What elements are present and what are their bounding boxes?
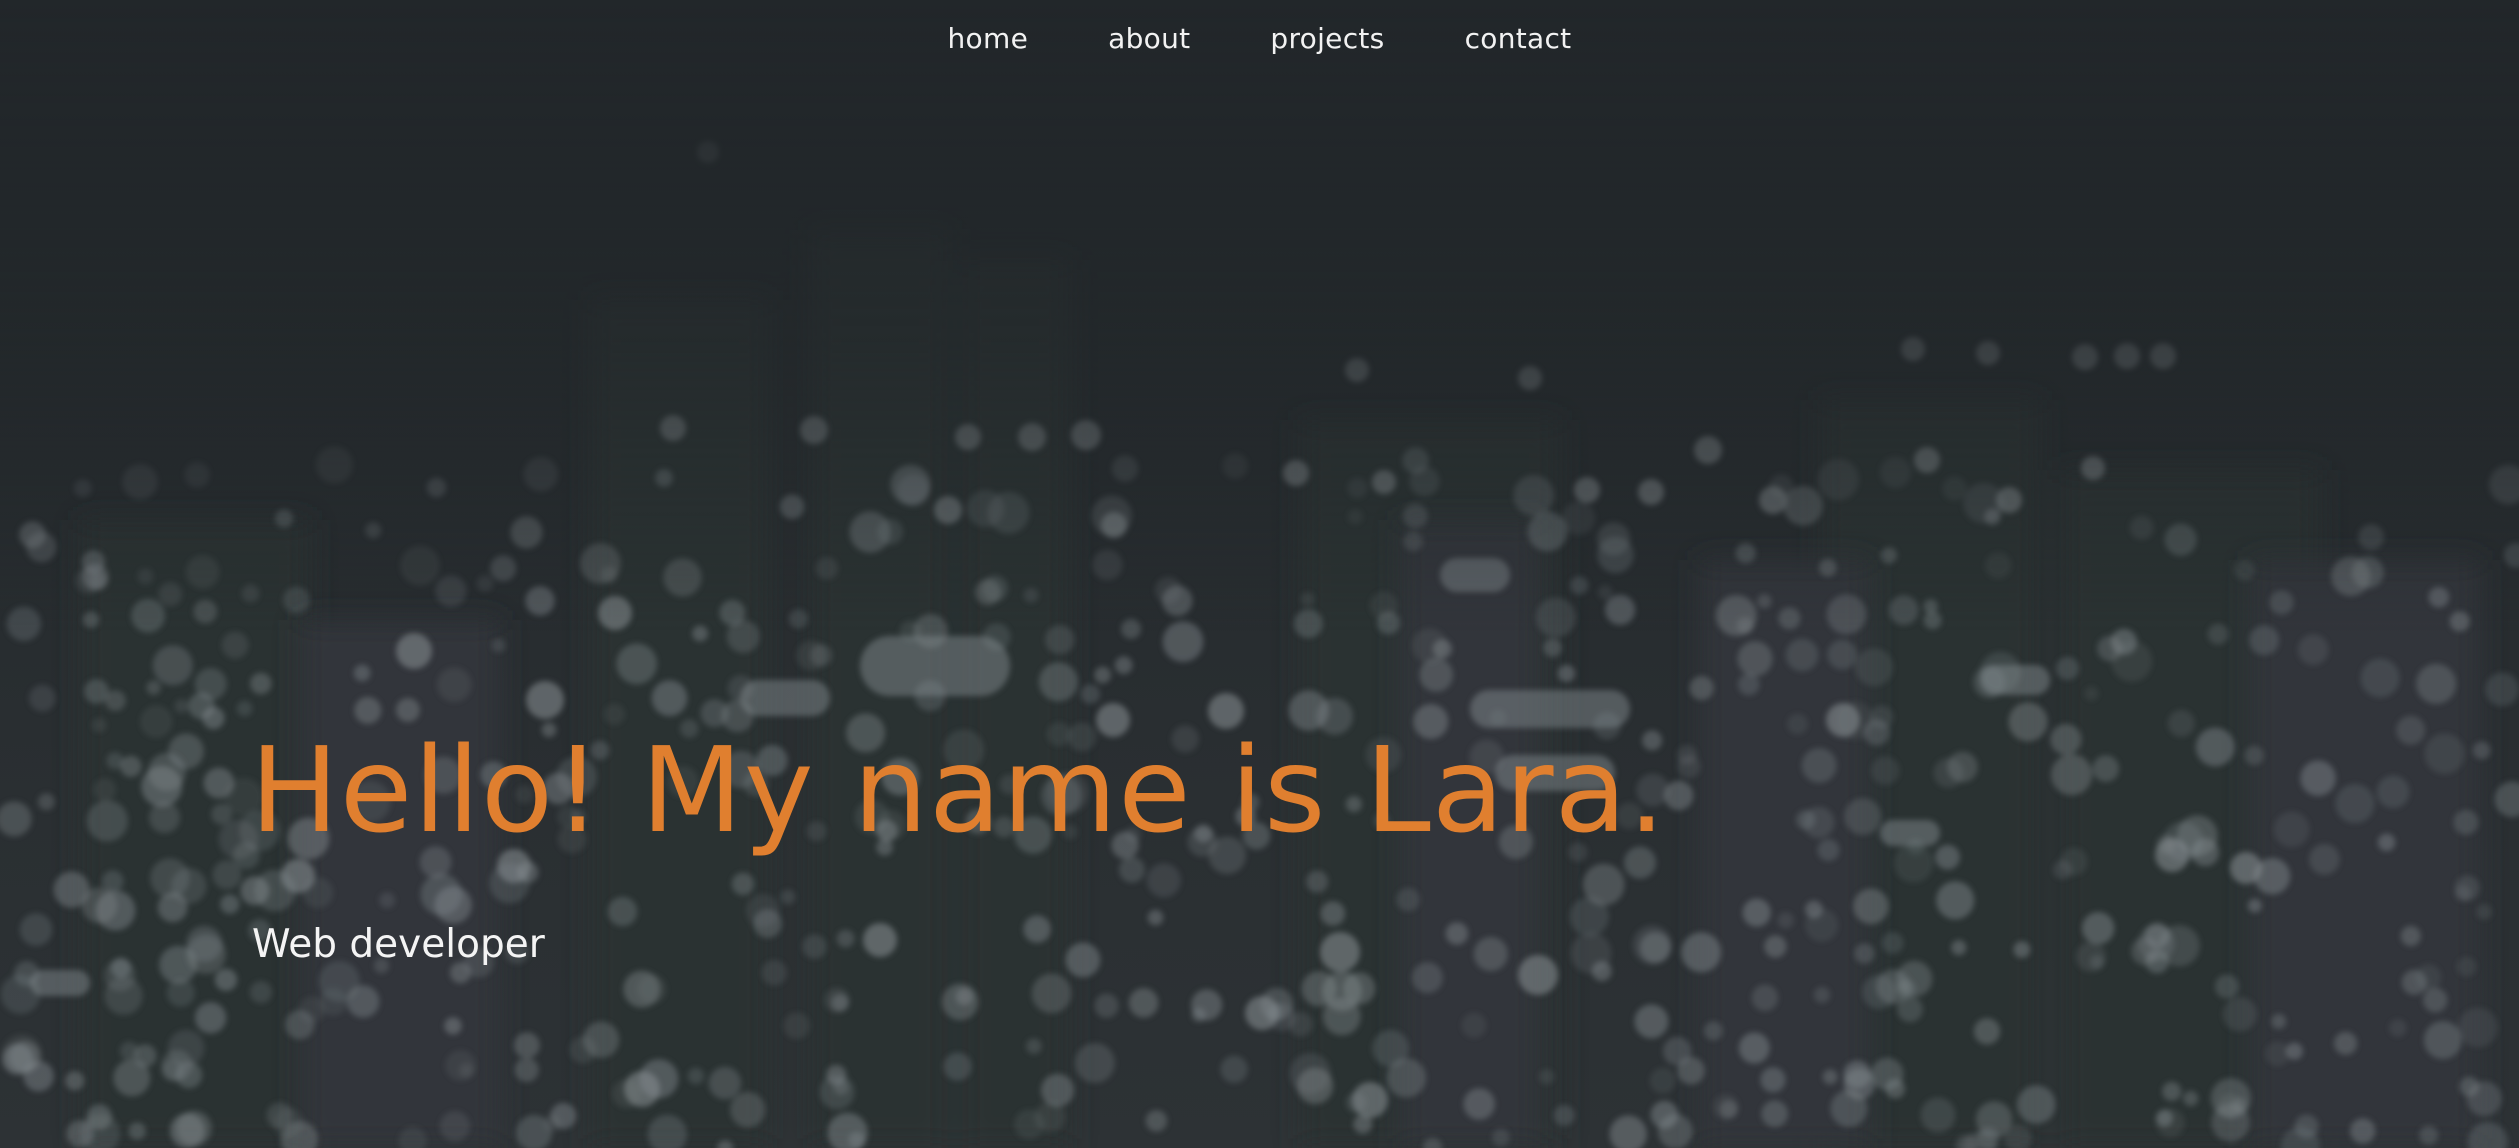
hero-headline: Hello! My name is Lara. (250, 721, 1667, 859)
nav-link-about[interactable]: about (1108, 22, 1190, 55)
city-bokeh-background (0, 0, 2519, 1148)
hero-subtitle: Web developer (252, 922, 545, 967)
nav-link-home[interactable]: home (948, 22, 1029, 55)
hero-section: home about projects contact Hello! My na… (0, 0, 2519, 1148)
nav-link-projects[interactable]: projects (1270, 22, 1384, 55)
nav-link-contact[interactable]: contact (1465, 22, 1572, 55)
main-nav: home about projects contact (0, 14, 2519, 62)
